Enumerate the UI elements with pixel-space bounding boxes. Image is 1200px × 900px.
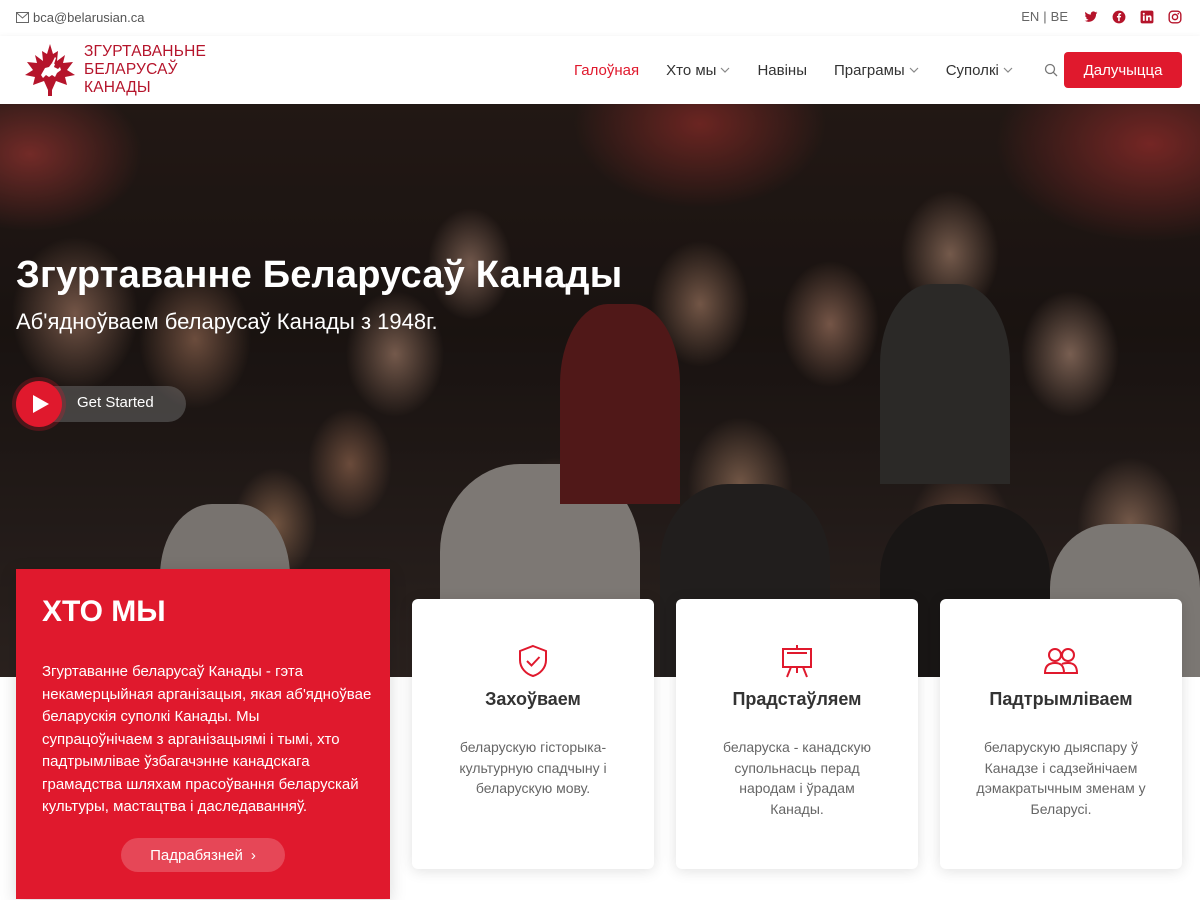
nav-item-label: Суполкі xyxy=(945,61,999,79)
lang-en-link[interactable]: EN xyxy=(1019,9,1041,24)
read-more-button[interactable]: Падрабязней › xyxy=(121,838,285,872)
who-we-are-card: ХТО МЫ Згуртаванне беларусаў Канады - гэ… xyxy=(16,569,390,899)
feature-card-represent: Прадстаўляем беларуска - канадскую супол… xyxy=(676,599,918,869)
lang-separator: | xyxy=(1043,9,1047,24)
feature-card-support: Падтрымліваем беларускую дыяспару ў Кана… xyxy=(940,599,1182,869)
envelope-icon xyxy=(16,12,29,23)
chevron-down-icon xyxy=(1003,67,1013,73)
presentation-easel-icon xyxy=(779,643,815,679)
nav-item-programs[interactable]: Праграмы xyxy=(834,62,919,79)
shield-check-icon xyxy=(515,643,551,679)
feature-text: беларуска - канадскую супольнасць перад … xyxy=(723,739,871,817)
linkedin-icon[interactable] xyxy=(1140,10,1154,24)
email-link[interactable]: bca@belarusian.ca xyxy=(16,10,144,25)
feature-card-preserve: Захоўваем беларускую гісторыка-культурну… xyxy=(412,599,654,869)
read-more-label: Падрабязней xyxy=(150,846,243,864)
nav-item-about[interactable]: Хто мы xyxy=(666,62,730,79)
hero-title: Згуртаванне Беларусаў Канады xyxy=(16,254,623,296)
language-switcher: EN | BE xyxy=(1019,9,1070,24)
lang-be-link[interactable]: BE xyxy=(1049,9,1070,24)
chevron-down-icon xyxy=(909,67,919,73)
facebook-icon[interactable] xyxy=(1112,10,1126,24)
top-bar: bca@belarusian.ca EN | BE xyxy=(0,0,1200,36)
feature-title: Падтрымліваем xyxy=(989,689,1133,709)
who-we-are-heading: ХТО МЫ xyxy=(42,595,166,628)
email-text: bca@belarusian.ca xyxy=(33,10,145,25)
nav-item-communities[interactable]: Суполкі xyxy=(946,62,1013,79)
topbar-right: EN | BE xyxy=(1019,9,1182,24)
nav-item-label: Навіны xyxy=(757,61,807,79)
nav-item-label: Хто мы xyxy=(666,61,717,79)
nav-item-news[interactable]: Навіны xyxy=(757,62,807,79)
hero-subtitle: Аб'ядноўваем беларусаў Канады з 1948г. xyxy=(16,309,438,334)
get-started-button[interactable]: Get Started xyxy=(16,381,186,427)
nav-item-home[interactable]: Галоўная xyxy=(574,62,639,79)
maple-leaf-pahonia-icon xyxy=(25,44,75,96)
brand-line-1: ЗГУРТАВАНЬНЕ xyxy=(84,43,206,60)
main-nav: Галоўная Хто мы Навіны Праграмы Суполкі xyxy=(574,36,1082,104)
feature-title: Прадстаўляем xyxy=(732,689,862,709)
site-header: ЗГУРТАВАНЬНЕ БЕЛАРУСАЎ КАНАДЫ Галоўная Х… xyxy=(0,36,1200,104)
brand-name: ЗГУРТАВАНЬНЕ БЕЛАРУСАЎ КАНАДЫ xyxy=(84,43,206,97)
join-button[interactable]: Далучыцца xyxy=(1064,52,1182,88)
site-logo[interactable]: ЗГУРТАВАНЬНЕ БЕЛАРУСАЎ КАНАДЫ xyxy=(22,42,206,98)
feature-title: Захоўваем xyxy=(485,689,581,709)
chevron-right-icon: › xyxy=(250,846,256,864)
nav-item-label: Праграмы xyxy=(834,61,905,79)
who-we-are-text: Згуртаванне беларусаў Канады - гэта нека… xyxy=(42,663,372,815)
get-started-label: Get Started xyxy=(77,394,154,411)
search-icon[interactable] xyxy=(1044,63,1058,77)
chevron-down-icon xyxy=(721,67,730,73)
play-icon xyxy=(16,381,62,427)
brand-line-3: КАНАДЫ xyxy=(84,79,151,96)
nav-item-label: Галоўная xyxy=(574,61,640,79)
twitter-icon[interactable] xyxy=(1084,10,1098,24)
people-icon xyxy=(1043,643,1079,679)
hero-photo-figure xyxy=(560,304,680,504)
feature-text: беларускую гісторыка-культурную спадчыну… xyxy=(459,739,607,796)
instagram-icon[interactable] xyxy=(1168,9,1182,24)
hero-photo-figure xyxy=(880,284,1010,484)
feature-text: беларускую дыяспару ў Канадзе і садзейні… xyxy=(976,739,1146,817)
brand-line-2: БЕЛАРУСАЎ xyxy=(84,61,178,78)
